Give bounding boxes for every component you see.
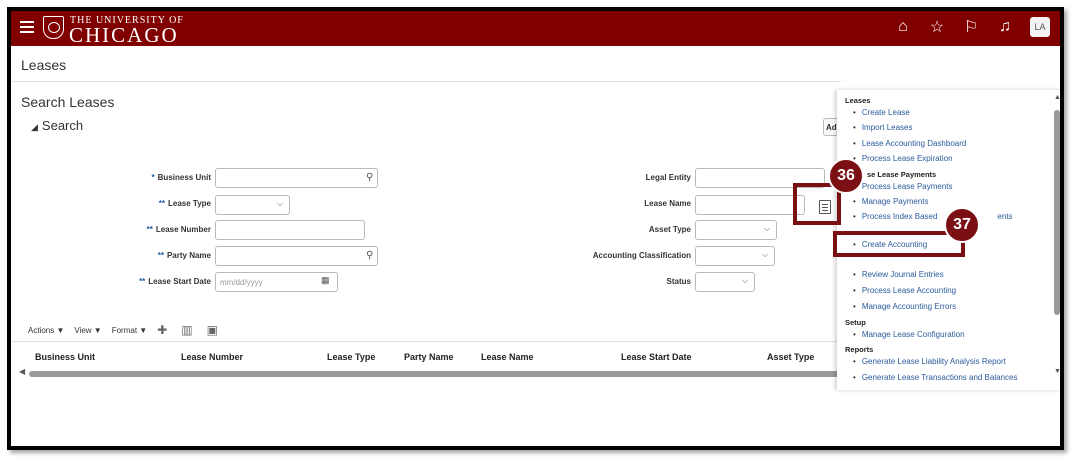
link-text-tail: ents xyxy=(997,212,1013,221)
link-create-lease[interactable]: Create Lease xyxy=(853,108,910,117)
lease-number-input[interactable] xyxy=(215,220,365,240)
link-manage-lease-configuration[interactable]: Manage Lease Configuration xyxy=(853,330,965,339)
link-process-lease-expiration[interactable]: Process Lease Expiration xyxy=(853,154,953,163)
search-subtitle: Search xyxy=(41,118,84,133)
column-header[interactable]: Lease Number xyxy=(181,352,243,362)
scroll-left-icon[interactable]: ◀ xyxy=(19,367,25,376)
table-toolbar: Actions ▼ View ▼ Format ▼ ✚ ▥ ▣ xyxy=(28,323,232,337)
section-setup: Setup xyxy=(845,318,866,327)
chevron-down-icon: ⌵ xyxy=(742,276,749,285)
column-header[interactable]: Business Unit xyxy=(35,352,95,362)
format-menu[interactable]: Format ▼ xyxy=(112,326,147,335)
divider xyxy=(11,81,841,82)
column-header[interactable]: Lease Start Date xyxy=(621,352,692,362)
page-title: Leases xyxy=(21,57,67,73)
link-import-leases[interactable]: Import Leases xyxy=(853,123,913,132)
search-collapse-toggle[interactable]: ◢ Search xyxy=(31,118,83,133)
university-shield-logo xyxy=(43,16,64,39)
link-process-index-based[interactable]: Process Index Based ents xyxy=(853,212,1013,221)
logo-text-main: CHICAGO xyxy=(69,23,179,47)
header-actions: ⌂ ☆ ⚐ ♫ LA xyxy=(886,17,1050,37)
lease-name-label: Lease Name xyxy=(644,199,691,208)
link-process-lease-accounting[interactable]: Process Lease Accounting xyxy=(853,286,956,295)
business-unit-input[interactable] xyxy=(215,168,378,188)
column-header[interactable]: Lease Name xyxy=(481,352,534,362)
column-header[interactable]: Lease Type xyxy=(327,352,375,362)
bell-icon[interactable]: ♫ xyxy=(997,18,1013,36)
flag-icon[interactable]: ⚐ xyxy=(963,17,979,37)
callout-37-badge: 37 xyxy=(944,207,980,243)
link-review-journal-entries[interactable]: Review Journal Entries xyxy=(853,270,944,279)
detach-icon[interactable]: ▣ xyxy=(207,323,218,337)
home-icon[interactable]: ⌂ xyxy=(895,18,911,36)
search-section-title: Search Leases xyxy=(21,94,115,110)
lease-number-label: ** Lease Number xyxy=(146,225,211,234)
link-generate-liability-report[interactable]: Generate Lease Liability Analysis Report xyxy=(853,357,1006,366)
lease-start-date-input[interactable]: mm/dd/yyyy xyxy=(215,272,338,292)
section-reports: Reports xyxy=(845,345,874,354)
status-label: Status xyxy=(666,277,691,286)
chevron-down-icon: ⌵ xyxy=(762,250,769,259)
link-manage-payments[interactable]: Manage Payments xyxy=(853,197,929,206)
link-generate-transactions[interactable]: Generate Lease Transactions and Balances xyxy=(853,373,1018,382)
link-process-lease-payments[interactable]: Process Lease Payments xyxy=(853,182,953,191)
lease-start-date-label: ** Lease Start Date xyxy=(139,277,211,286)
accounting-classification-label: Accounting Classification xyxy=(592,251,691,260)
star-icon[interactable]: ☆ xyxy=(929,17,945,37)
results-table-header: Business Unit Lease Number Lease Type Pa… xyxy=(11,341,841,369)
menu-icon[interactable] xyxy=(20,21,34,33)
add-icon[interactable]: ✚ xyxy=(157,323,167,337)
column-header[interactable]: Asset Type xyxy=(767,352,814,362)
link-text: Process Index Based xyxy=(861,212,938,221)
link-lease-accounting-dashboard[interactable]: Lease Accounting Dashboard xyxy=(853,139,967,148)
party-name-label: ** Party Name xyxy=(157,251,211,260)
scroll-down-icon[interactable]: ▼ xyxy=(1054,368,1060,375)
lease-name-input[interactable] xyxy=(695,195,805,215)
search-icon[interactable]: ⚲ xyxy=(366,172,373,183)
horizontal-scrollbar[interactable] xyxy=(29,371,839,377)
column-header[interactable]: Party Name xyxy=(404,352,454,362)
collapse-triangle-icon: ◢ xyxy=(31,122,38,132)
actions-menu[interactable]: Actions ▼ xyxy=(28,326,64,335)
party-name-input[interactable] xyxy=(215,246,378,266)
business-unit-label: * Business Unit xyxy=(151,173,211,182)
section-leases: Leases xyxy=(845,96,871,105)
app-window: THE UNIVERSITY OF CHICAGO ⌂ ☆ ⚐ ♫ LA Lea… xyxy=(7,7,1064,450)
chevron-down-icon: ⌵ xyxy=(277,199,284,208)
callout-37-highlight xyxy=(833,231,965,257)
chevron-down-icon: ⌵ xyxy=(764,224,771,233)
callout-36-badge: 36 xyxy=(828,158,864,194)
global-header: THE UNIVERSITY OF CHICAGO ⌂ ☆ ⚐ ♫ LA xyxy=(11,11,1060,47)
asset-type-label: Asset Type xyxy=(648,225,691,234)
legal-entity-label: Legal Entity xyxy=(645,173,691,182)
vertical-scrollbar[interactable] xyxy=(1054,110,1060,315)
link-manage-accounting-errors[interactable]: Manage Accounting Errors xyxy=(853,302,956,311)
calendar-icon[interactable]: ▦ xyxy=(321,275,330,286)
view-menu[interactable]: View ▼ xyxy=(74,326,101,335)
avatar[interactable]: LA xyxy=(1030,17,1050,37)
freeze-icon[interactable]: ▥ xyxy=(181,323,192,337)
section-lease-payments: se Lease Payments xyxy=(867,170,937,179)
scroll-up-icon[interactable]: ▲ xyxy=(1054,94,1060,101)
search-icon[interactable]: ⚲ xyxy=(366,250,373,261)
lease-type-label: ** Lease Type xyxy=(158,199,211,208)
